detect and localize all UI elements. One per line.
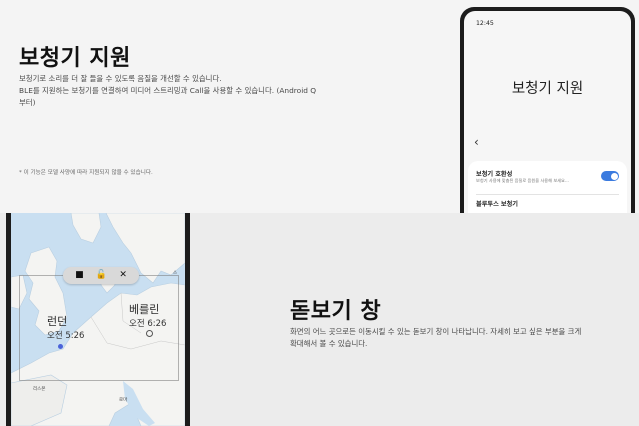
city-london-time: 오전 5:26 [47,331,85,341]
phone-screen: 12:45 보청기 지원 ‹ 보청기 호환성 보청기 사용에 맞춤된 음질로 음… [464,11,631,217]
resize-square-icon[interactable]: ■ [75,271,84,280]
phone-mockup: 12:45 보청기 지원 ‹ 보청기 호환성 보청기 사용에 맞춤된 음질로 음… [460,7,635,217]
close-icon[interactable]: ✕ [119,271,127,280]
hearing-aid-description-line3: 부터) [19,98,36,107]
hearing-compat-toggle[interactable] [601,171,619,181]
map-label-rome: 로마 [119,398,128,403]
setting-bluetooth-hearing-aid[interactable]: 블루투스 보청기 [476,199,518,208]
map-label-lisbon: 리스본 [33,387,46,392]
setting-hearing-compat-title[interactable]: 보청기 호환성 [476,169,512,178]
map-screen[interactable]: ■ 🔓 ✕ 런던 오전 5:26 베를린 오전 6:26 스 리스본 로마 [11,213,185,426]
hearing-aid-title: 보청기 지원 [19,46,131,71]
hearing-aid-footnote: * 이 기능은 모델 사양에 따라 지원되지 않을 수 있습니다. [19,170,153,176]
phone-page-title: 보청기 지원 [511,81,584,97]
hearing-aid-description-line2: BLE를 지원하는 보청기를 연결하여 미디어 스트리밍과 Call을 사용할 … [19,86,317,95]
setting-hearing-compat-subtitle: 보청기 사용에 맞춤된 음질로 음원을 사용해 보세요... [476,178,569,183]
magnifier-title: 돋보기 창 [290,299,382,324]
berlin-location-marker [146,330,153,337]
magnifier-description-line2: 확대해서 볼 수 있습니다. [290,339,368,348]
magnifier-toolbar: ■ 🔓 ✕ [63,267,139,284]
status-time: 12:45 [476,20,494,27]
city-london-name: 런던 [47,315,68,328]
map-label-minor: 스 [173,271,178,276]
city-berlin-name: 베를린 [129,303,160,316]
settings-card: 보청기 호환성 보청기 사용에 맞춤된 음질로 음원을 사용해 보세요... 블… [468,161,627,217]
magnifier-description-line1: 화면의 어느 곳으로든 이동시킬 수 있는 돋보기 창이 나타납니다. 자세히 … [290,327,582,336]
map-phone-mockup: ■ 🔓 ✕ 런던 오전 5:26 베를린 오전 6:26 스 리스본 로마 [6,213,190,426]
city-berlin-time: 오전 6:26 [129,319,167,329]
london-location-marker [58,344,63,349]
hearing-aid-description-line1: 보청기로 소리를 더 잘 들을 수 있도록 음질을 개선할 수 있습니다. [19,74,222,83]
city-london: 런던 오전 5:26 [47,313,84,341]
hearing-aid-section: 보청기 지원 보청기로 소리를 더 잘 들을 수 있도록 음질을 개선할 수 있… [0,0,639,217]
card-divider [476,194,619,195]
city-berlin: 베를린 오전 6:26 [129,301,166,329]
unlock-icon[interactable]: 🔓 [96,271,107,280]
back-arrow-icon[interactable]: ‹ [474,135,479,149]
